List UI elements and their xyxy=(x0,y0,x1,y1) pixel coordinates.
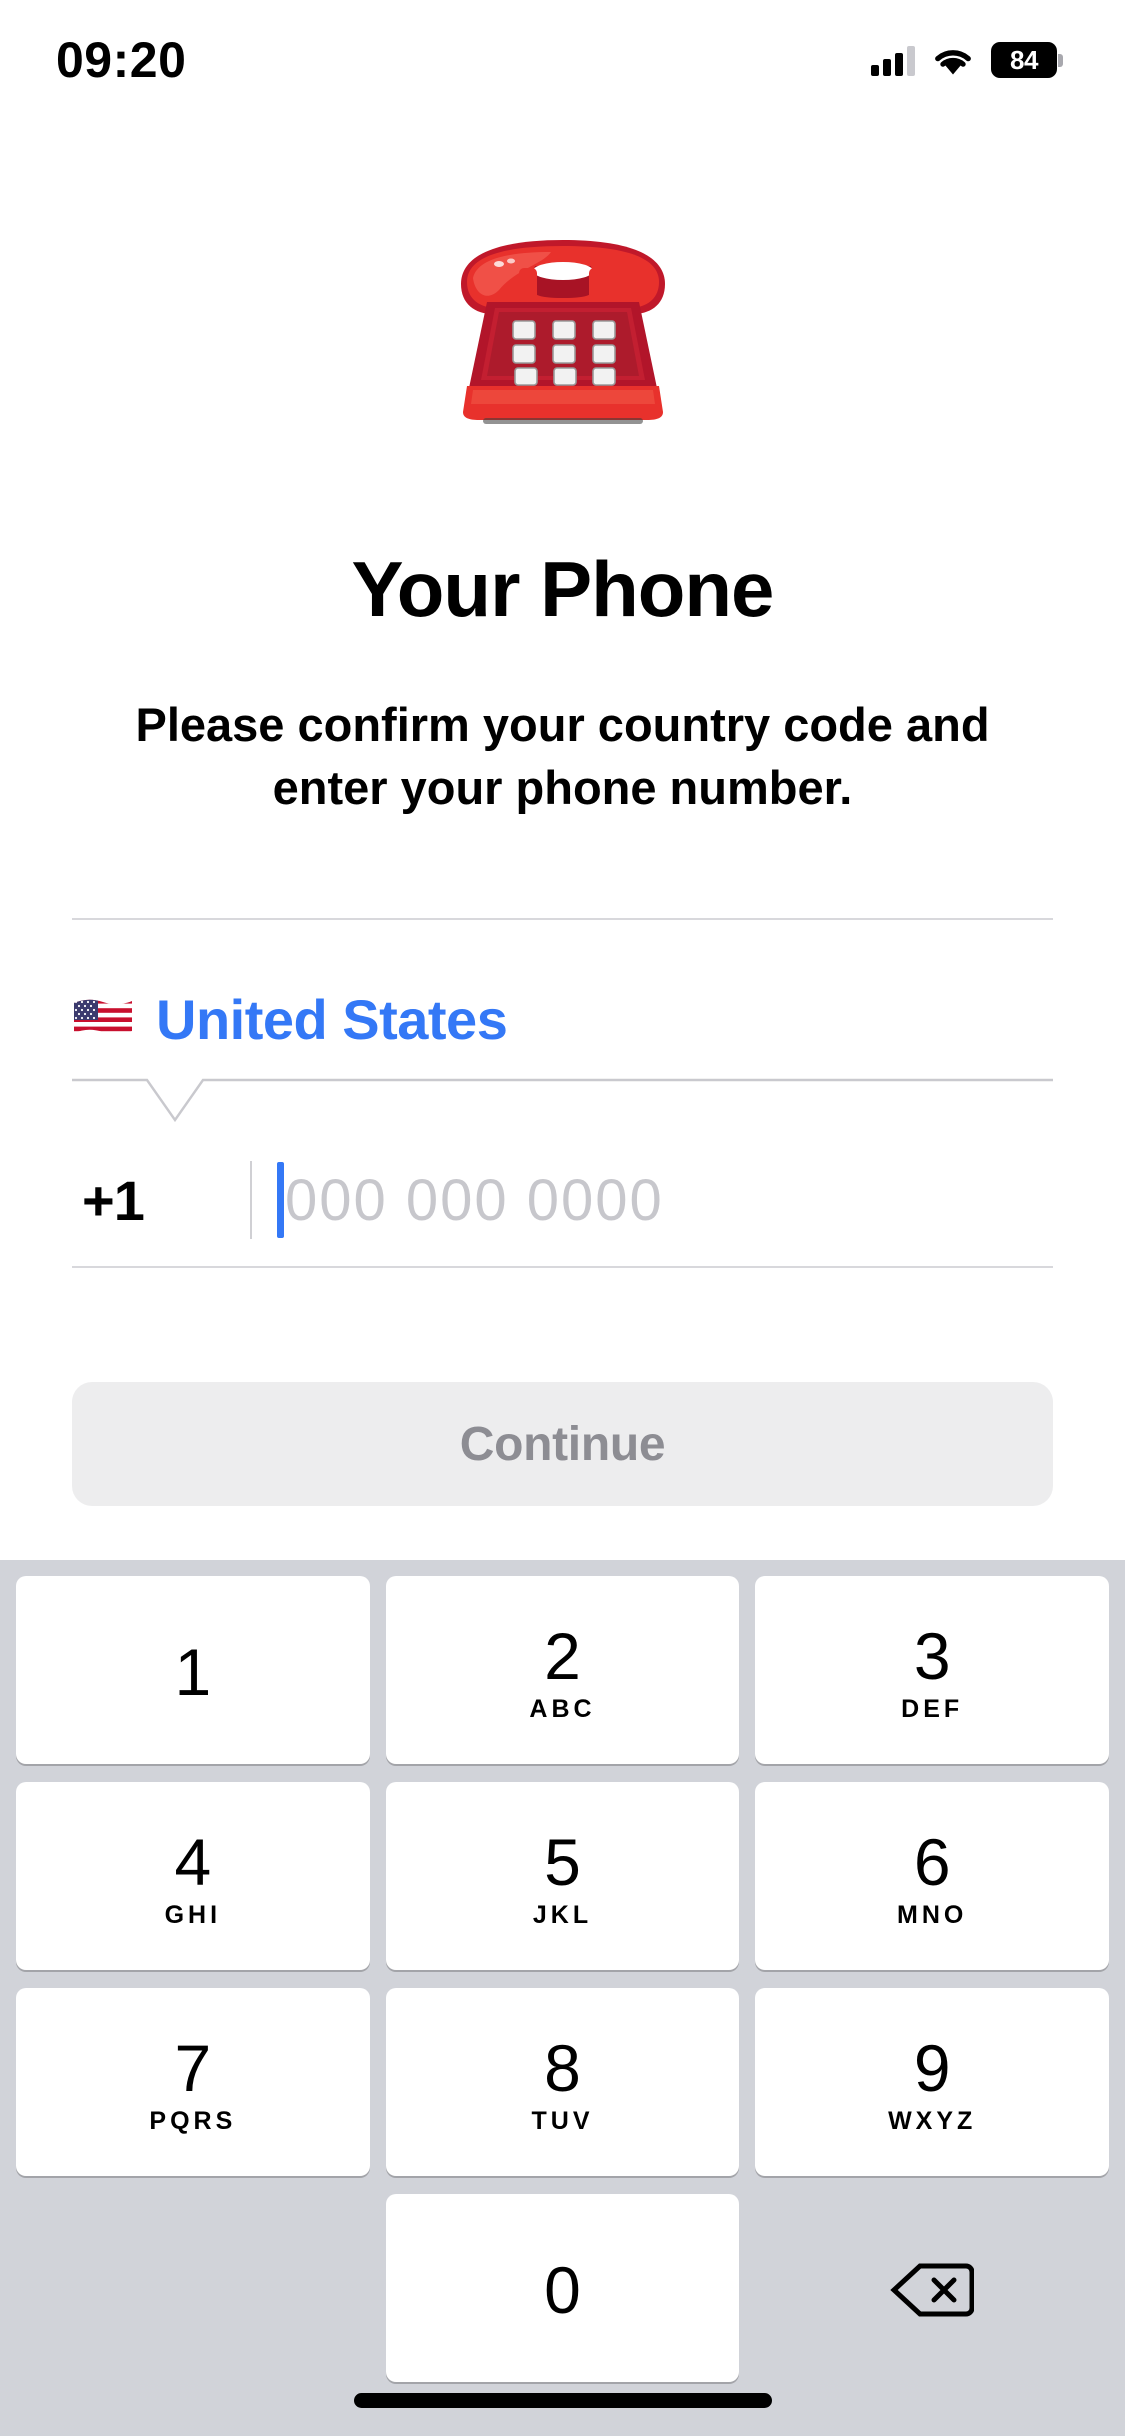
key-letters: WXYZ xyxy=(888,2106,977,2135)
key-1[interactable]: 1 xyxy=(16,1576,370,1764)
divider-top xyxy=(72,918,1053,920)
key-delete[interactable] xyxy=(755,2194,1109,2382)
country-selector[interactable]: United States xyxy=(72,960,1053,1078)
country-name: United States xyxy=(156,987,508,1051)
key-4[interactable]: 4 GHI xyxy=(16,1782,370,1970)
battery-percent: 84 xyxy=(1010,44,1038,75)
page-title: Your Phone xyxy=(351,545,775,633)
key-letters: PQRS xyxy=(149,2106,237,2135)
cellular-signal-icon xyxy=(871,44,915,76)
divider-bottom xyxy=(72,1266,1053,1268)
divider-with-notch xyxy=(72,1078,1053,1138)
phone-number-field[interactable]: +1 000 000 0000 xyxy=(72,1140,1053,1260)
battery-icon: 84 xyxy=(991,42,1063,78)
key-digit: 6 xyxy=(913,1824,951,1899)
key-letters: GHI xyxy=(164,1900,222,1929)
keypad-row: 7 PQRS 8 TUV 9 WXYZ xyxy=(8,1988,1117,2194)
united-states-flag-emoji xyxy=(74,999,132,1035)
keypad-row: 1 2 ABC 3 DEF xyxy=(8,1576,1117,1782)
key-digit: 3 xyxy=(913,1618,951,1693)
phone-input-placeholder: 000 000 0000 xyxy=(285,1167,664,1233)
key-digit: 9 xyxy=(913,2030,951,2105)
keypad-row: 4 GHI 5 JKL 6 MNO xyxy=(8,1782,1117,1988)
continue-button[interactable]: Continue xyxy=(72,1382,1053,1506)
key-letters: JKL xyxy=(532,1900,593,1929)
dial-code: +1 xyxy=(82,1168,145,1232)
telephone-emoji xyxy=(460,240,665,424)
key-digit: 5 xyxy=(544,1824,581,1899)
key-blank xyxy=(16,2194,370,2382)
page-subtitle: Please confirm your country code and ent… xyxy=(135,698,990,814)
key-9[interactable]: 9 WXYZ xyxy=(755,1988,1110,2176)
key-letters: ABC xyxy=(529,1694,596,1723)
field-separator xyxy=(250,1161,252,1239)
key-digit: 8 xyxy=(544,2030,581,2105)
key-5[interactable]: 5 JKL xyxy=(385,1782,740,1970)
key-3[interactable]: 3 DEF xyxy=(755,1576,1110,1764)
key-digit: 2 xyxy=(544,1618,581,1693)
phone-entry-screen: 09:20 84 Your Phone Please confirm your … xyxy=(0,0,1125,2436)
key-8[interactable]: 8 TUV xyxy=(385,1988,740,2176)
key-digit: 7 xyxy=(174,2030,212,2105)
key-digit: 4 xyxy=(174,1824,212,1899)
status-bar-icons: 84 xyxy=(871,42,1063,78)
keypad-row: 0 xyxy=(8,2194,1117,2400)
key-digit: 1 xyxy=(174,1635,212,1709)
status-bar: 09:20 84 xyxy=(0,0,1125,120)
key-letters: DEF xyxy=(901,1694,964,1723)
key-6[interactable]: 6 MNO xyxy=(755,1782,1110,1970)
key-2[interactable]: 2 ABC xyxy=(385,1576,740,1764)
home-indicator xyxy=(353,2393,772,2408)
key-7[interactable]: 7 PQRS xyxy=(16,1988,370,2176)
key-letters: MNO xyxy=(897,1900,968,1929)
key-digit: 0 xyxy=(544,2253,581,2327)
backspace-icon xyxy=(890,2263,975,2317)
key-letters: TUV xyxy=(531,2106,594,2135)
key-0[interactable]: 0 xyxy=(385,2194,740,2382)
text-cursor xyxy=(277,1162,284,1238)
hero-illustration xyxy=(0,228,1125,432)
wifi-icon xyxy=(935,49,971,74)
numeric-keypad: 1 2 ABC 3 DEF 4 GHI 5 JKL 6 MNO 7 PQRS 8… xyxy=(0,1560,1125,2436)
status-bar-time: 09:20 xyxy=(56,32,187,88)
